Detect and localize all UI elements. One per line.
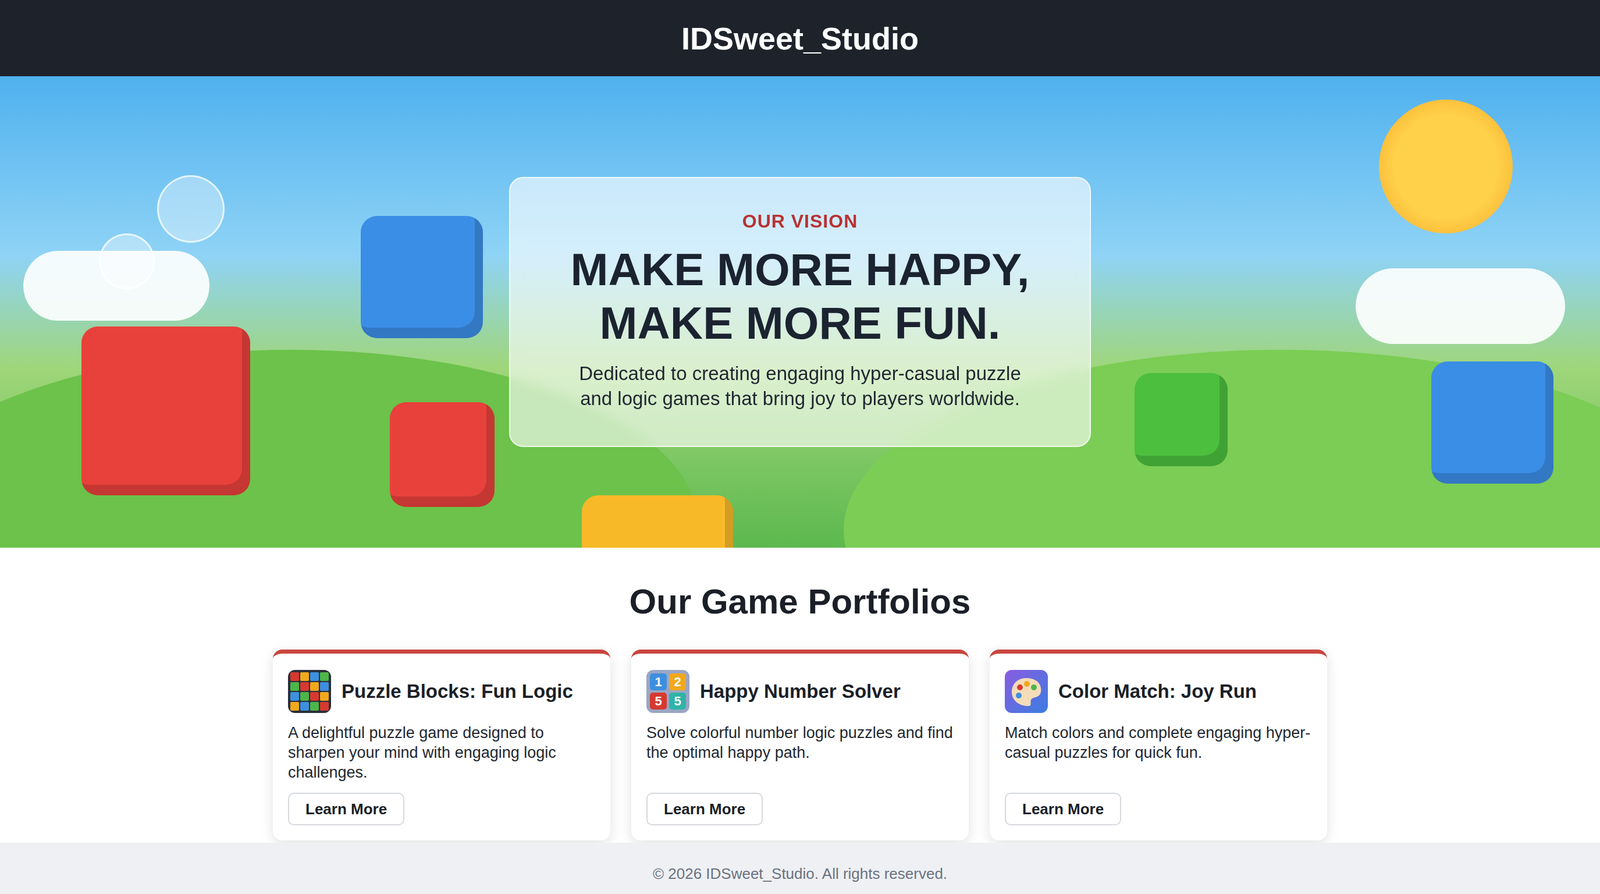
learn-more-button[interactable]: Learn More [288, 792, 405, 826]
vision-description: Dedicated to creating engaging hyper-cas… [561, 361, 1039, 412]
number-tile: 5 [649, 692, 667, 710]
cube [360, 215, 483, 339]
cube [1431, 361, 1554, 484]
bubble [98, 233, 155, 290]
cube [81, 326, 251, 496]
puzzle-blocks-icon [288, 669, 332, 713]
page: IDSweet_Studio OUR VISION MAKE MORE HAPPY,… [0, 0, 1600, 894]
number-tile: 2 [669, 673, 686, 691]
game-card: Puzzle Blocks: Fun Logic A delightful puz… [272, 649, 611, 841]
game-card-header: Color Match: Joy Run [1004, 669, 1257, 713]
cloud [1355, 268, 1566, 344]
cube [389, 402, 495, 507]
top-bar: IDSweet_Studio [0, 0, 1600, 77]
bubble [157, 175, 225, 243]
game-card-header: 1255 Happy Number Solver [646, 669, 901, 713]
cube [1134, 372, 1228, 467]
game-description: Match colors and complete engaging hyper… [1004, 723, 1312, 763]
headline-line: MAKE MORE FUN. [570, 296, 1030, 350]
number-tile: 1 [649, 673, 667, 691]
game-card-header: Puzzle Blocks: Fun Logic [288, 669, 574, 713]
game-description: A delightful puzzle game designed to sha… [288, 723, 596, 782]
game-card: Color Match: Joy Run Match colors and com… [989, 649, 1328, 841]
game-card: 1255 Happy Number Solver Solve colorful nu… [631, 649, 969, 841]
game-title: Puzzle Blocks: Fun Logic [341, 680, 574, 703]
game-title: Happy Number Solver [699, 680, 901, 703]
game-cards: Puzzle Blocks: Fun Logic A delightful puz… [272, 649, 1328, 841]
game-description: Solve colorful number logic puzzles and … [646, 723, 954, 763]
learn-more-button[interactable]: Learn More [1004, 792, 1122, 826]
sun [1378, 99, 1513, 234]
vision-eyebrow: OUR VISION [742, 210, 858, 233]
footer: © 2026 IDSweet_Studio. All rights reserv… [0, 842, 1600, 894]
portfolio-title: Our Game Portfolios [629, 581, 972, 622]
headline-line: MAKE MORE HAPPY, [570, 242, 1030, 297]
number-tiles-icon: 1255 [646, 669, 690, 713]
color-palette-icon [1004, 669, 1048, 713]
vision-card: OUR VISION MAKE MORE HAPPY,MAKE MORE FUN.… [509, 176, 1091, 448]
portfolio-section: Our Game Portfolios Puzzle Blocks: Fun Lo… [0, 547, 1600, 843]
game-title: Color Match: Joy Run [1058, 680, 1257, 703]
hero: OUR VISION MAKE MORE HAPPY,MAKE MORE FUN.… [0, 76, 1600, 548]
brand-title: IDSweet_Studio [681, 20, 919, 57]
number-tile: 5 [669, 692, 686, 710]
cube [581, 495, 734, 548]
copyright-text: © 2026 IDSweet_Studio. All rights reserv… [652, 864, 948, 883]
learn-more-button[interactable]: Learn More [646, 792, 763, 826]
vision-headline: MAKE MORE HAPPY,MAKE MORE FUN. [570, 242, 1030, 350]
